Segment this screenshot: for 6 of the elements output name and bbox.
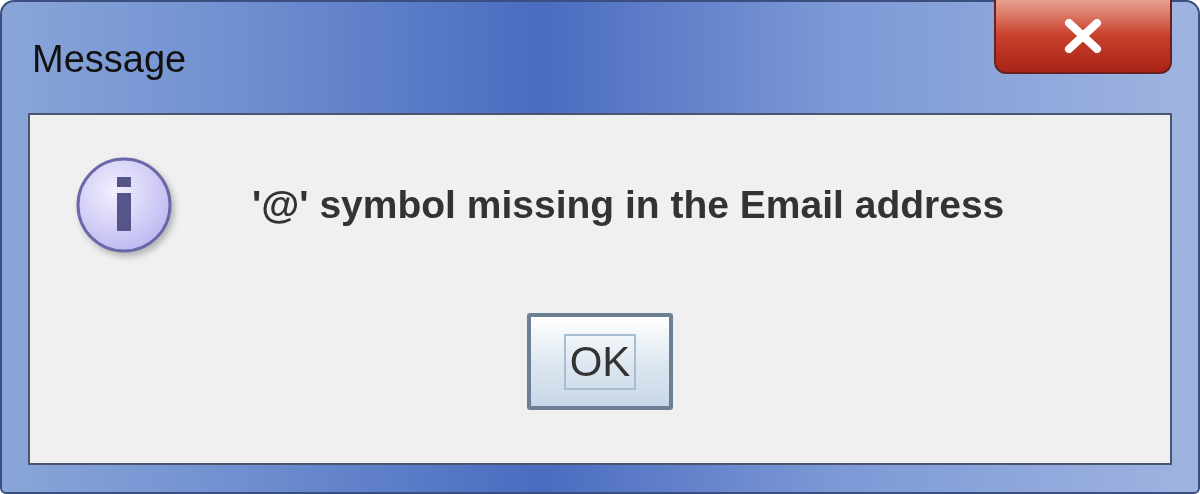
close-button[interactable] xyxy=(994,0,1172,74)
message-text: '@' symbol missing in the Email address xyxy=(252,183,1005,227)
info-icon xyxy=(74,155,174,255)
close-icon xyxy=(1063,19,1103,53)
ok-button[interactable]: OK xyxy=(527,313,673,410)
window-title: Message xyxy=(32,38,187,81)
